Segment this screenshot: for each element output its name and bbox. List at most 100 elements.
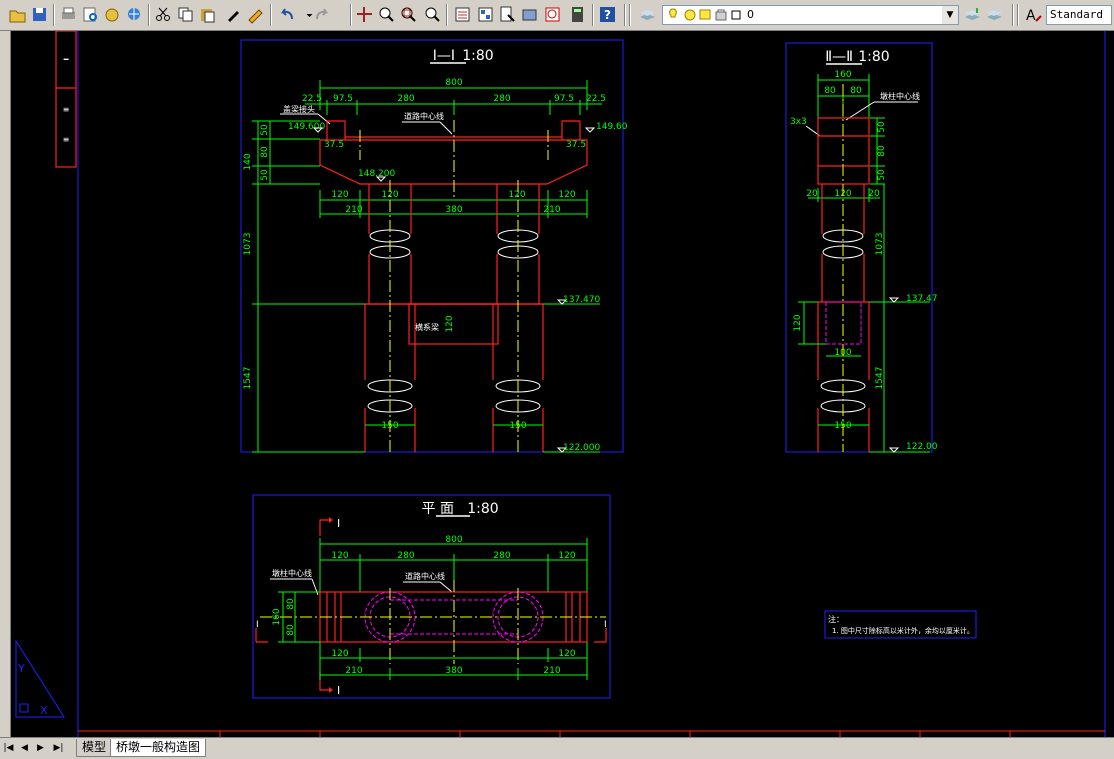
section-2-title: Ⅱ—Ⅱ xyxy=(825,49,853,65)
vertical-scrollbar[interactable] xyxy=(1106,31,1114,737)
label-cap-joint: 盖梁接头 xyxy=(283,104,315,114)
dim-vert-0: 50 xyxy=(260,124,270,136)
s2-dim-height-mid: 1073 xyxy=(875,233,885,256)
drawing-canvas[interactable]: .g { stroke:#00ff00; stroke-width:1; fil… xyxy=(10,31,1106,737)
s2-dim-tie-height: 120 xyxy=(793,314,803,331)
ucs-icon: Y X xyxy=(15,639,65,718)
s2-dim-col-0: 20 xyxy=(806,189,818,199)
help-icon[interactable]: ? xyxy=(598,5,617,24)
section-2-scale: 1:80 xyxy=(858,49,889,65)
s2-dim-vert-1: 80 xyxy=(877,145,887,157)
cad-application: ? 0 ▼ A Standard .g { stroke:#0 xyxy=(0,0,1114,759)
svg-text:━: ━ xyxy=(63,55,69,64)
redo-icon[interactable] xyxy=(312,5,331,24)
plan-dim-vert-total: 160 xyxy=(272,608,282,625)
plan-dim-vert-0: 80 xyxy=(286,598,296,610)
next-tab-button[interactable]: ▶ xyxy=(34,741,47,755)
s2-label-center: 墩柱中心线 xyxy=(880,91,920,101)
ucs-x-label: X xyxy=(40,704,48,717)
publish-icon[interactable] xyxy=(103,5,122,24)
dim-height-low: 1547 xyxy=(243,367,253,390)
calculator-icon[interactable] xyxy=(568,5,587,24)
layer-properties-icon[interactable] xyxy=(638,5,657,24)
dim-col-2: 120 xyxy=(508,190,525,200)
dim-top-1: 97.5 xyxy=(333,94,353,104)
dim-vert-2: 50 xyxy=(260,169,270,181)
section-1-view: I—I 1:80 800 22.5 97.5 280 280 97.5 22.5… xyxy=(240,39,628,453)
section-2-frame xyxy=(785,42,933,453)
tab-layout[interactable]: 桥墩一般构造图 xyxy=(110,739,207,757)
s2-dim-vert-0: 50 xyxy=(877,121,887,133)
dim-col-3: 120 xyxy=(558,190,575,200)
s2-dim-half-1: 80 xyxy=(850,86,862,96)
chevron-down-icon[interactable]: ▼ xyxy=(942,6,958,24)
tool-palettes-icon[interactable] xyxy=(498,5,517,24)
svg-text:≡: ≡ xyxy=(63,105,70,114)
plan-title: 平 面 xyxy=(422,501,454,517)
etransmit-icon[interactable] xyxy=(125,5,144,24)
layer-previous-icon[interactable] xyxy=(985,5,1004,24)
undo-icon[interactable] xyxy=(278,5,297,24)
s2-dim-top: 160 xyxy=(834,70,851,80)
dim-tie-height: 120 xyxy=(445,315,455,332)
pan-realtime-icon[interactable] xyxy=(355,5,374,24)
dim-top-0: 22.5 xyxy=(302,94,322,104)
layout-tab-bar: |◀ ◀ ▶ ▶| 模型 桥墩一般构造图 xyxy=(0,737,1114,759)
note-box: 注： 1. 图中尺寸除标高以米计外，余均以厘米计。 xyxy=(824,610,977,639)
plan-dim-btop-0: 120 xyxy=(331,649,348,659)
section-1-title: I—I xyxy=(433,48,455,64)
plan-dim-total: 800 xyxy=(445,535,462,545)
cut-mark-right: I xyxy=(604,620,607,630)
s2-dim-half-0: 80 xyxy=(824,86,836,96)
cut-mark-top: I xyxy=(337,517,340,530)
first-tab-button[interactable]: |◀ xyxy=(2,741,15,755)
properties-icon[interactable] xyxy=(453,5,472,24)
paste-icon[interactable] xyxy=(198,5,217,24)
svg-text:≡: ≡ xyxy=(63,135,70,144)
plot-preview-icon[interactable] xyxy=(81,5,100,24)
zoom-realtime-icon[interactable] xyxy=(377,5,396,24)
label-road-center: 道路中心线 xyxy=(404,111,444,121)
match-properties-icon[interactable] xyxy=(224,5,243,24)
s2-dim-col-2: 20 xyxy=(868,189,880,199)
open-icon[interactable] xyxy=(8,5,27,24)
plan-dim-btop-1: 120 xyxy=(558,649,575,659)
elev-tie: 137.470 xyxy=(563,295,600,305)
last-tab-button[interactable]: ▶| xyxy=(52,741,65,755)
markup-icon[interactable] xyxy=(543,5,562,24)
dim-top-4: 97.5 xyxy=(554,94,574,104)
cut-icon[interactable] xyxy=(154,5,173,24)
plan-dim-top-1: 280 xyxy=(397,551,414,561)
current-layer-name: 0 xyxy=(747,8,754,21)
dim-total-width: 800 xyxy=(445,78,462,88)
prev-tab-button[interactable]: ◀ xyxy=(18,741,31,755)
dim-top-2: 280 xyxy=(397,94,414,104)
slope-right: 37.5 xyxy=(566,140,586,150)
sheet-set-icon[interactable] xyxy=(520,5,539,24)
save-icon[interactable] xyxy=(30,5,49,24)
elev-right: 149.60 xyxy=(596,122,628,132)
tab-model[interactable]: 模型 xyxy=(76,739,113,757)
text-style-icon[interactable]: A xyxy=(1024,5,1043,24)
undo-dropdown-icon[interactable] xyxy=(300,5,313,24)
dim-bottom-2: 210 xyxy=(543,205,560,215)
dim-top-3: 280 xyxy=(493,94,510,104)
text-style-dropdown[interactable]: Standard xyxy=(1046,5,1112,25)
cut-mark-left: I xyxy=(256,620,259,630)
zoom-window-icon[interactable] xyxy=(399,5,418,24)
plan-dim-top-0: 120 xyxy=(331,551,348,561)
dim-top-5: 22.5 xyxy=(586,94,606,104)
copy-icon[interactable] xyxy=(176,5,195,24)
cut-mark-bottom: I xyxy=(337,684,340,697)
layer-state-icons xyxy=(669,8,741,21)
block-editor-icon[interactable] xyxy=(246,5,265,24)
zoom-previous-icon[interactable] xyxy=(423,5,442,24)
print-icon[interactable] xyxy=(59,5,78,24)
svg-text:?: ? xyxy=(604,8,611,22)
side-title-block xyxy=(55,31,77,168)
make-current-layer-icon[interactable] xyxy=(963,5,982,24)
plan-dim-bottom-1: 380 xyxy=(445,666,462,676)
design-center-icon[interactable] xyxy=(476,5,495,24)
layer-dropdown[interactable]: 0 ▼ xyxy=(662,5,959,25)
s2-dim-height-low: 1547 xyxy=(875,367,885,390)
